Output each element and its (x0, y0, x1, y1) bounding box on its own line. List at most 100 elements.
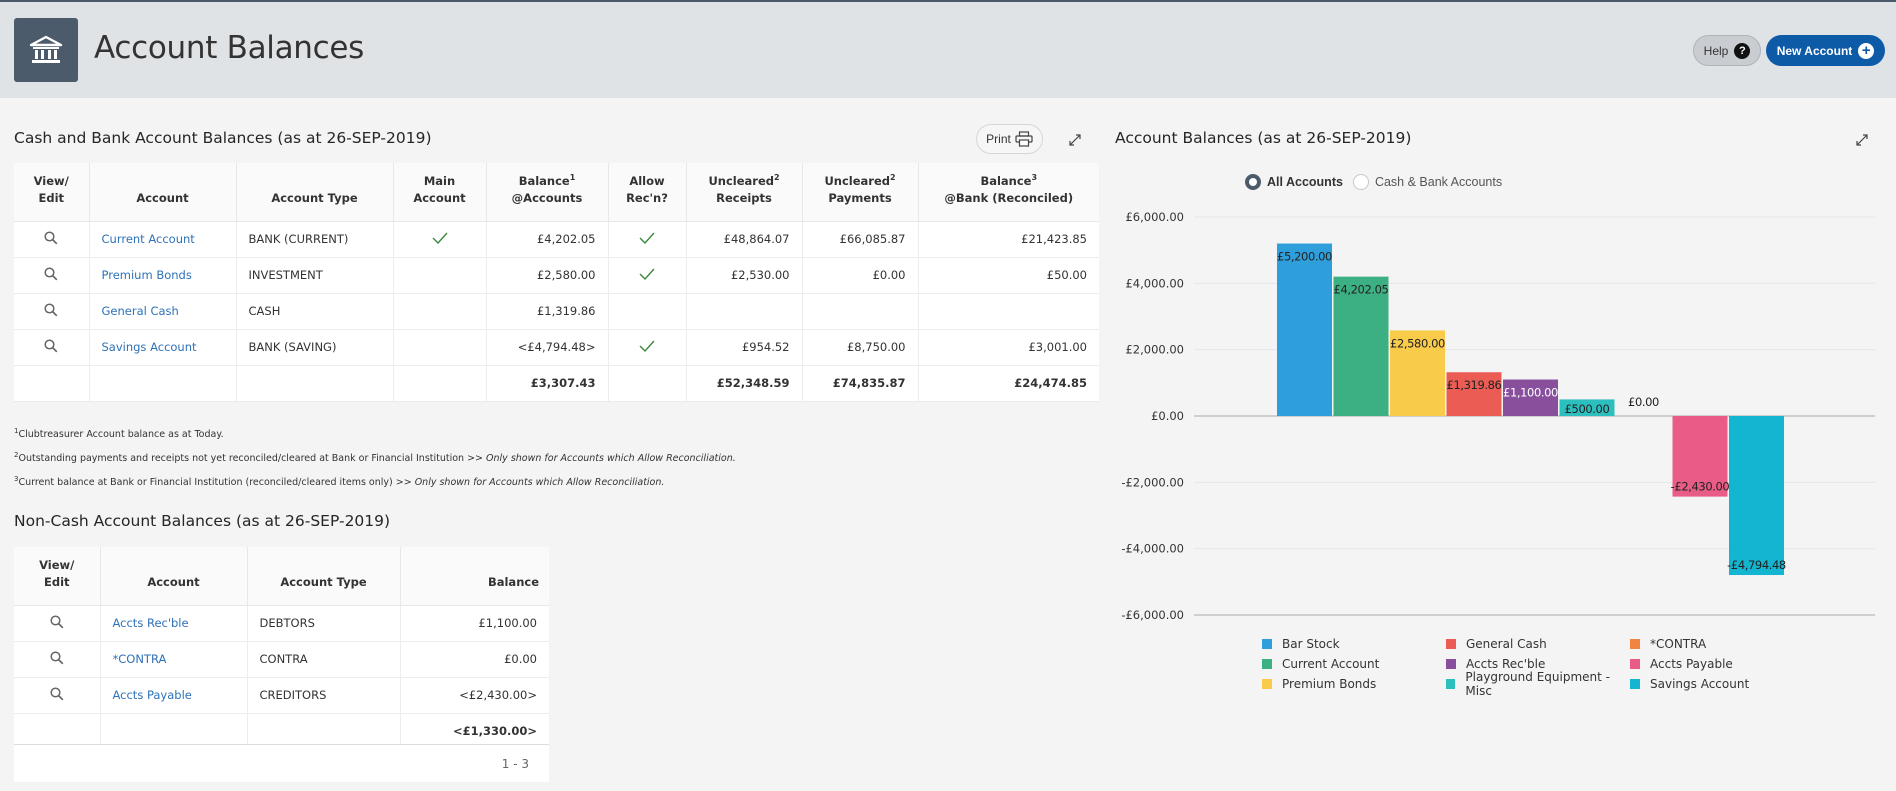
chart-filter: All Accounts Cash & Bank Accounts (1245, 174, 1502, 190)
footnote-3: 3Current balance at Bank or Financial In… (14, 475, 665, 489)
bank-icon (14, 18, 78, 82)
table-row: Premium Bonds INVESTMENT £2,580.00 £2,530.0… (14, 257, 1099, 294)
col-uncleared-receipts[interactable]: Uncleared2 Receipts (686, 163, 803, 222)
view-edit-cell[interactable] (14, 221, 90, 258)
balance-cell: £4,202.05 (486, 221, 609, 258)
total-balance: £3,307.43 (486, 365, 609, 402)
legend-label: Premium Bonds (1282, 677, 1377, 691)
uncleared-payments-cell (802, 293, 919, 330)
col-balance-bank[interactable]: Balance3 @Bank (Reconciled) (918, 163, 1099, 222)
bar-data-label: -£4,794.48 (1727, 558, 1786, 572)
col-balance[interactable]: Balance (400, 547, 549, 606)
col-main-account[interactable]: Main Account (393, 163, 487, 222)
legend-item[interactable]: Playground Equipment - Misc (1446, 670, 1630, 698)
expand-icon[interactable] (1852, 130, 1872, 150)
legend-swatch (1630, 679, 1640, 689)
check-icon (639, 232, 655, 247)
legend-swatch (1630, 639, 1640, 649)
col-account-type[interactable]: Account Type (247, 547, 401, 606)
balance-cell: £2,580.00 (486, 257, 609, 294)
table-row: General Cash CASH £1,319.86 (14, 293, 1099, 330)
col-view-edit[interactable]: View/Edit (14, 163, 90, 222)
account-link[interactable]: General Cash (102, 304, 179, 318)
view-edit-cell[interactable] (14, 605, 101, 642)
legend-swatch (1262, 679, 1272, 689)
col-account-type[interactable]: Account Type (236, 163, 394, 222)
account-link[interactable]: *CONTRA (113, 652, 167, 666)
bank-balance-cell (918, 293, 1099, 330)
legend-item[interactable]: Accts Payable (1630, 656, 1814, 672)
y-tick-label: £0.00 (1151, 409, 1184, 423)
account-cell: Premium Bonds (89, 257, 237, 294)
allow-recn-cell (608, 257, 687, 294)
view-edit-cell[interactable] (14, 677, 101, 714)
bar-data-label: £500.00 (1565, 402, 1610, 416)
radio-cash-bank-accounts[interactable] (1352, 174, 1369, 190)
view-edit-cell[interactable] (14, 257, 90, 294)
legend-item[interactable]: Bar Stock (1262, 636, 1446, 652)
cash-balances-table: View/Edit Account Account Type Main Accou… (14, 163, 1099, 402)
col-balance-accounts[interactable]: Balance1 @Accounts (486, 163, 609, 222)
account-link[interactable]: Accts Payable (113, 688, 192, 702)
account-link[interactable]: Current Account (102, 232, 195, 246)
help-button[interactable]: Help ? (1693, 35, 1761, 66)
legend-label: Savings Account (1650, 677, 1750, 691)
legend-label: Current Account (1282, 657, 1380, 671)
legend-item[interactable]: *CONTRA (1630, 636, 1814, 652)
col-allow-recn[interactable]: Allow Rec'n? (608, 163, 687, 222)
footnote-2: 2Outstanding payments and receipts not y… (14, 451, 736, 465)
main-account-cell (393, 293, 487, 330)
account-cell: General Cash (89, 293, 237, 330)
legend-item[interactable]: Current Account (1262, 656, 1446, 672)
expand-icon[interactable] (1065, 130, 1085, 150)
table-header-row: View/Edit Account Account Type Balance (14, 547, 549, 606)
view-edit-cell[interactable] (14, 329, 90, 366)
print-button[interactable]: Print (976, 124, 1043, 154)
account-balances-chart: £6,000.00 £4,000.00 £2,000.00 £0.00 -£2,000.… (1121, 210, 1875, 622)
account-link[interactable]: Premium Bonds (102, 268, 192, 282)
y-tick-label: £4,000.00 (1125, 276, 1184, 290)
radio-all-accounts-label[interactable]: All Accounts (1267, 175, 1343, 189)
view-edit-cell[interactable] (14, 641, 101, 678)
footnotes: 1Clubtreasurer Account balance as at Tod… (14, 421, 736, 493)
account-type-cell: CASH (236, 293, 394, 330)
balance-cell: <£4,794.48> (486, 329, 609, 366)
account-type-cell: DEBTORS (247, 605, 401, 642)
printer-icon (1015, 131, 1033, 147)
legend-label: Accts Rec'ble (1466, 657, 1546, 671)
plus-circle-icon: + (1858, 42, 1875, 59)
search-icon[interactable] (50, 614, 64, 632)
y-tick-label: -£6,000.00 (1121, 608, 1184, 622)
legend-swatch (1630, 659, 1640, 669)
search-icon[interactable] (44, 302, 58, 320)
search-icon[interactable] (50, 686, 64, 704)
radio-all-accounts[interactable] (1245, 174, 1261, 190)
radio-cash-bank-label[interactable]: Cash & Bank Accounts (1375, 175, 1502, 189)
legend-item[interactable]: Premium Bonds (1262, 676, 1446, 692)
uncleared-receipts-cell: £2,530.00 (686, 257, 803, 294)
uncleared-receipts-cell (686, 293, 803, 330)
main-account-cell (393, 329, 487, 366)
help-label: Help (1703, 43, 1729, 58)
search-icon[interactable] (44, 266, 58, 284)
col-uncleared-payments[interactable]: Uncleared2 Payments (802, 163, 919, 222)
search-icon[interactable] (44, 230, 58, 248)
col-account[interactable]: Account (89, 163, 237, 222)
legend-swatch (1446, 679, 1456, 689)
account-link[interactable]: Accts Rec'ble (113, 616, 189, 630)
col-account[interactable]: Account (100, 547, 248, 606)
search-icon[interactable] (44, 338, 58, 356)
account-cell: Savings Account (89, 329, 237, 366)
legend-item[interactable]: General Cash (1446, 636, 1630, 652)
table-row: Current Account BANK (CURRENT) £4,202.05 £4… (14, 221, 1099, 258)
col-view-edit[interactable]: View/Edit (14, 547, 101, 606)
search-icon[interactable] (50, 650, 64, 668)
account-link[interactable]: Savings Account (102, 340, 197, 354)
question-icon: ? (1734, 42, 1751, 59)
view-edit-cell[interactable] (14, 293, 90, 330)
new-account-button[interactable]: New Account + (1766, 35, 1885, 66)
legend-item[interactable]: Savings Account (1630, 676, 1814, 692)
balance-cell: £1,319.86 (486, 293, 609, 330)
main-account-cell (393, 257, 487, 294)
allow-recn-cell (608, 329, 687, 366)
